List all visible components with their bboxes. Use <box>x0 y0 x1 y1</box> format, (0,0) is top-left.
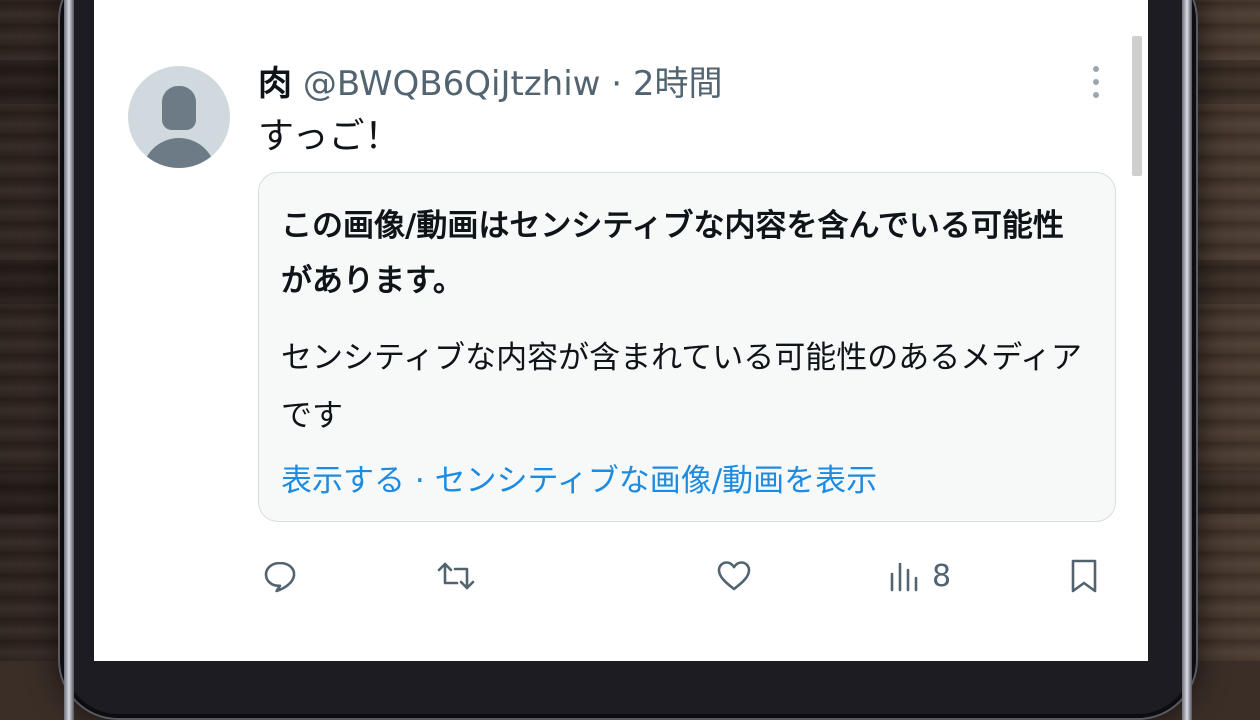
bookmark-button[interactable] <box>1064 554 1104 598</box>
link-separator: · <box>405 463 435 499</box>
scrollbar[interactable] <box>1132 36 1142 176</box>
tweet-text: すっご！ <box>258 116 401 157</box>
sensitive-warning-description: センシティブな内容が含まれている可能性のあるメディアです <box>281 340 1083 434</box>
like-icon <box>717 561 751 591</box>
sensitive-content-card: この画像/動画はセンシティブな内容を含んでいる可能性があります。 センシティブな… <box>258 172 1116 522</box>
show-sensitive-media-link[interactable]: センシティブな画像/動画を表示 <box>435 463 878 499</box>
reply-icon <box>264 561 296 593</box>
sensitive-card-links: 表示する · センシティブな画像/動画を表示 <box>281 459 877 503</box>
views-icon <box>890 562 918 592</box>
retweet-icon <box>437 562 475 590</box>
phone-screen: 肉 @BWQB6QiJtzhiw · 2時間 すっご！ この画像/動画はセンシテ… <box>94 0 1148 661</box>
tweet-time[interactable]: 2時間 <box>633 64 723 104</box>
avatar[interactable] <box>128 66 230 168</box>
bookmark-icon <box>1071 559 1097 593</box>
reply-button[interactable] <box>260 554 300 598</box>
like-button[interactable] <box>714 554 754 598</box>
header-separator: · <box>600 64 633 104</box>
display-name[interactable]: 肉 <box>258 64 292 104</box>
show-button[interactable]: 表示する <box>281 463 405 499</box>
views-button[interactable]: 8 <box>886 554 951 598</box>
user-handle[interactable]: @BWQB6QiJtzhiw <box>303 64 601 104</box>
tweet-actions: 8 <box>258 550 1108 600</box>
more-options-icon[interactable] <box>1089 66 1103 100</box>
sensitive-warning-title: この画像/動画はセンシティブな内容を含んでいる可能性があります。 <box>281 208 1064 299</box>
retweet-button[interactable] <box>436 554 476 598</box>
tweet-header: 肉 @BWQB6QiJtzhiw · 2時間 <box>258 62 723 106</box>
views-count: 8 <box>932 558 952 594</box>
